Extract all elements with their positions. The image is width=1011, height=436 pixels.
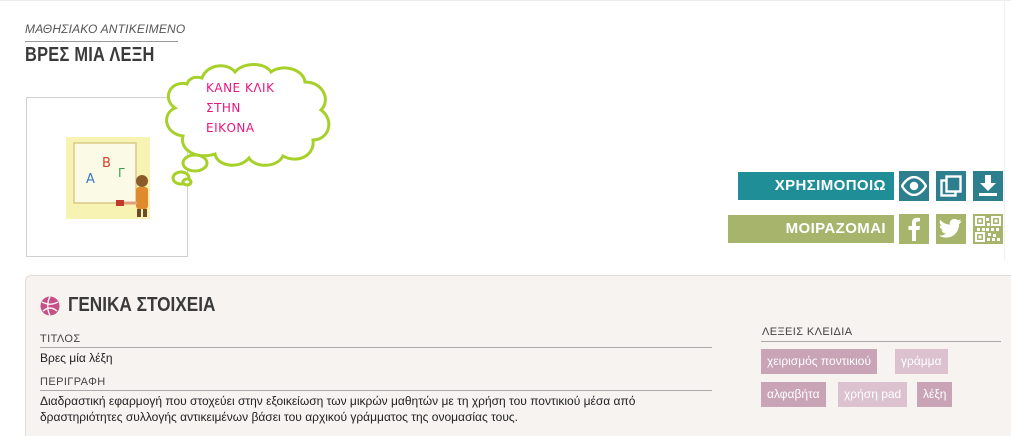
page-title: ΒΡΕΣ ΜΙΑ ΛΕΞΗ [25,44,155,66]
title-value: Βρες μία λέξη [40,351,113,365]
facebook-share-button[interactable] [899,214,929,244]
top-divider [0,0,1011,1]
twitter-share-button[interactable] [936,214,966,244]
share-button[interactable]: ΜΟΙΡΑΖΟΜΑΙ [728,215,894,243]
right-divider [1004,0,1005,260]
description-label: ΠΕΡΙΓΡΑΦΗ [40,376,106,388]
description-value: Διαδραστική εφαρμογή που στοχεύει στην ε… [40,394,636,424]
copy-icon [940,175,962,197]
preview-image[interactable]: Α Β Γ [66,137,150,219]
view-button[interactable] [899,171,929,201]
keywords-label: ΛΕΞΕΙΣ ΚΛΕΙΔΙΑ [762,326,853,338]
resource-type: ΜΑΘΗΣΙΑΚΟ ΑΝΤΙΚΕΙΜΕΝΟ [25,22,186,36]
kicker-underline [25,41,178,42]
keyword-tag[interactable]: χρήση pad [838,382,908,407]
download-button[interactable] [973,171,1003,201]
title-label: ΤΙΤΛΟΣ [40,333,81,345]
qr-code-button[interactable] [973,214,1003,244]
use-button[interactable]: ΧΡΗΣΙΜΟΠΟΙΩ [738,172,894,200]
keyword-tag[interactable]: χειρισμός ποντικιού [761,349,878,374]
keyword-tag[interactable]: γράμμα [895,349,948,374]
section-title: ΓΕΝΙΚΑ ΣΤΟΙΧΕΙΑ [68,294,216,316]
keyword-tag[interactable]: αλφαβήτα [761,382,826,407]
keyword-tag[interactable]: λέξη [917,382,953,407]
keywords-divider [761,341,1001,342]
ball-icon [40,296,60,316]
letter-c: Γ [118,166,125,180]
qr-code-icon [975,216,1001,242]
letter-a: Α [86,172,95,187]
click-hint-text: ΚΑΝΕ ΚΛΙΚ ΣΤΗΝ ΕΙΚΟΝΑ [206,81,275,135]
twitter-icon [939,219,962,238]
letter-b: Β [102,156,111,171]
description-divider [40,390,712,391]
download-icon [979,175,997,196]
facebook-icon [908,217,920,241]
embed-button[interactable] [936,171,966,201]
eye-icon [901,176,927,196]
title-divider [40,347,712,348]
